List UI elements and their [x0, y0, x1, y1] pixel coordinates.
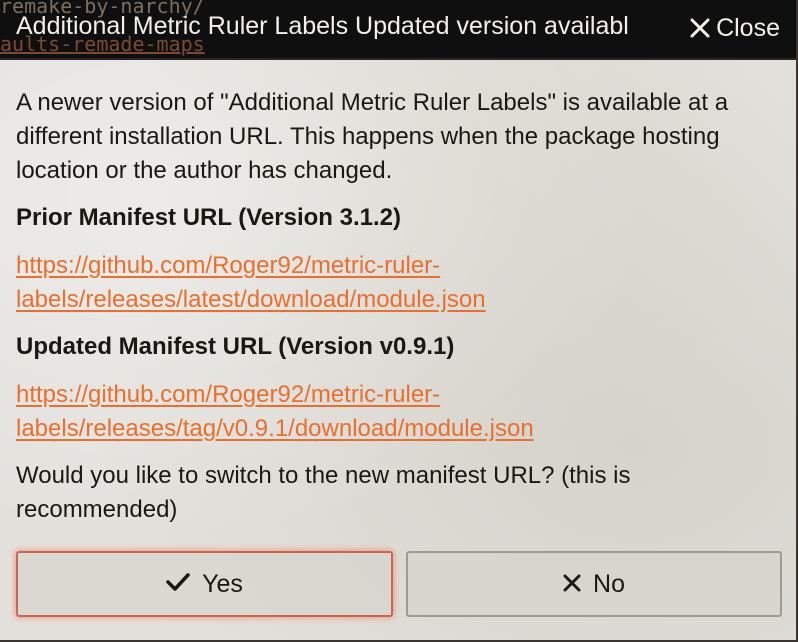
updated-manifest-link[interactable]: https://github.com/Roger92/metric-ruler-… [16, 378, 776, 446]
dialog-title: Additional Metric Ruler Labels Updated v… [16, 12, 629, 40]
dialog-buttons: Yes No [16, 551, 782, 619]
close-label: Close [716, 13, 780, 42]
prior-manifest-link[interactable]: https://github.com/Roger92/metric-ruler-… [16, 249, 776, 317]
no-label: No [593, 569, 625, 598]
prior-manifest-heading: Prior Manifest URL (Version 3.1.2) [16, 204, 401, 231]
check-icon [166, 570, 190, 599]
intro-text: A newer version of "Additional Metric Ru… [16, 89, 729, 184]
close-button[interactable]: Close [690, 10, 780, 46]
x-icon [563, 570, 581, 599]
yes-button[interactable]: Yes [16, 551, 393, 617]
no-button[interactable]: No [406, 551, 782, 617]
update-dialog: remake-by-narchy/ aults-remade-maps Addi… [0, 0, 798, 642]
close-icon [690, 18, 710, 38]
dialog-content: A newer version of "Additional Metric Ru… [16, 86, 776, 527]
updated-manifest-heading: Updated Manifest URL (Version v0.9.1) [16, 333, 455, 360]
question-text: Would you like to switch to the new mani… [16, 462, 631, 523]
dialog-titlebar[interactable]: remake-by-narchy/ aults-remade-maps Addi… [0, 0, 796, 60]
yes-label: Yes [202, 569, 243, 598]
